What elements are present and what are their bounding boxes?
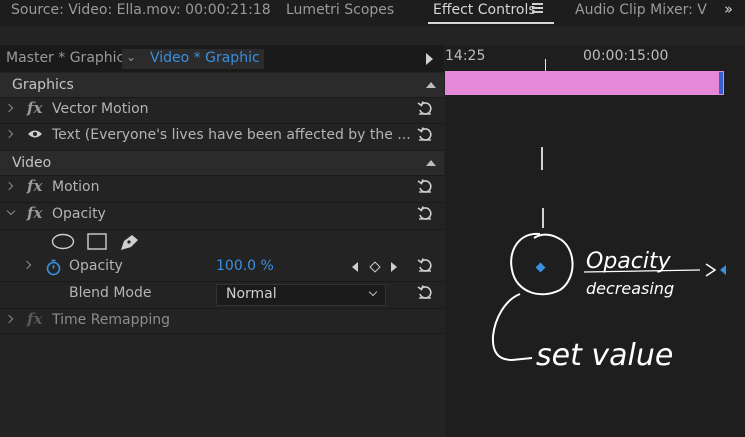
effect-controls-panel: Master * Graphic ⌄ Video * Graphic Graph…: [0, 45, 444, 437]
chevron-right-icon[interactable]: [4, 103, 14, 113]
chevron-down-icon[interactable]: [368, 287, 378, 297]
opacity-param-label: Opacity: [69, 258, 123, 274]
pen-mask-icon[interactable]: [118, 232, 140, 252]
effect-row-time-remapping[interactable]: fx Time Remapping: [0, 309, 444, 334]
reset-icon[interactable]: [417, 126, 433, 142]
ruler-time-left: 14:25: [445, 48, 486, 64]
opacity-keyframe[interactable]: [535, 262, 546, 273]
effect-row-opacity[interactable]: fx Opacity: [0, 203, 444, 230]
effect-label: Motion: [52, 179, 100, 195]
tab-source[interactable]: Source: Video: Ella.mov: 00:00:21:18: [11, 0, 271, 22]
tab-lumetri-scopes[interactable]: Lumetri Scopes: [286, 0, 394, 22]
chevron-right-icon[interactable]: [4, 129, 14, 139]
fx-icon[interactable]: fx: [27, 204, 42, 222]
clip-end-marker: [719, 72, 723, 94]
collapse-up-icon[interactable]: [426, 82, 436, 88]
blend-mode-select[interactable]: Normal: [216, 284, 386, 306]
chevron-right-icon[interactable]: [4, 314, 14, 324]
clip-bar[interactable]: [445, 71, 724, 95]
chevron-down-icon[interactable]: ⌄: [126, 48, 136, 67]
ruler-time-right: 00:00:15:00: [583, 48, 669, 64]
add-keyframe-icon[interactable]: [369, 261, 381, 273]
sequence-bar: Master * Graphic ⌄ Video * Graphic: [0, 45, 444, 72]
section-header-graphics[interactable]: Graphics: [0, 73, 444, 98]
blend-mode-row: Blend Mode Normal: [0, 282, 444, 309]
active-tab-underline: [428, 22, 554, 24]
tab-effect-controls[interactable]: Effect Controls: [433, 0, 536, 22]
more-tabs-icon[interactable]: ››: [724, 0, 733, 18]
reset-icon[interactable]: [417, 100, 433, 116]
reset-icon[interactable]: [417, 205, 433, 221]
effect-row-text[interactable]: Text (Everyone's lives have been affecte…: [0, 124, 444, 151]
effect-timeline[interactable]: 14:25 00:00:15:00: [445, 45, 745, 437]
opacity-param-row[interactable]: Opacity 100.0 %: [0, 255, 444, 282]
video-clip-label: Video * Graphic: [150, 50, 260, 66]
fx-icon[interactable]: fx: [27, 99, 42, 117]
stopwatch-icon[interactable]: [45, 259, 62, 276]
mask-tools-row: [0, 230, 444, 254]
opacity-value[interactable]: 100.0 %: [216, 258, 274, 274]
section-title: Video: [12, 155, 52, 171]
effect-label: Time Remapping: [52, 312, 171, 328]
time-ruler[interactable]: 14:25 00:00:15:00: [445, 45, 745, 72]
ellipse-mask-icon[interactable]: [51, 233, 75, 250]
effect-row-motion[interactable]: fx Motion: [0, 176, 444, 203]
next-keyframe-icon[interactable]: [391, 262, 397, 272]
panel-tab-bar: Source: Video: Ella.mov: 00:00:21:18 Lum…: [0, 0, 745, 26]
blend-mode-label: Blend Mode: [69, 285, 152, 301]
tab-audio-clip-mixer[interactable]: Audio Clip Mixer: V: [575, 0, 707, 22]
section-title: Graphics: [12, 77, 74, 93]
reset-icon[interactable]: [417, 178, 433, 194]
rectangle-mask-icon[interactable]: [87, 233, 107, 250]
effect-label: Vector Motion: [52, 101, 149, 117]
chevron-right-icon[interactable]: [4, 181, 14, 191]
blend-mode-value: Normal: [226, 286, 277, 302]
play-icon[interactable]: [426, 53, 433, 65]
eye-icon[interactable]: [27, 129, 43, 139]
reset-icon[interactable]: [417, 257, 433, 273]
effect-label: Opacity: [52, 206, 106, 222]
master-clip-tab[interactable]: Master * Graphic: [6, 49, 124, 69]
fx-icon[interactable]: fx: [27, 310, 42, 328]
collapse-up-icon[interactable]: [426, 160, 436, 166]
panel-menu-icon[interactable]: [532, 3, 543, 13]
video-clip-tab[interactable]: ⌄ Video * Graphic: [122, 49, 264, 69]
section-header-video[interactable]: Video: [0, 151, 444, 176]
chevron-right-icon[interactable]: [22, 260, 32, 270]
keyframe-edge-indicator: [720, 265, 726, 275]
chevron-down-icon[interactable]: [6, 206, 16, 216]
reset-icon[interactable]: [417, 284, 433, 300]
previous-keyframe-icon[interactable]: [352, 262, 358, 272]
effect-row-vector-motion[interactable]: fx Vector Motion: [0, 98, 444, 124]
fx-icon[interactable]: fx: [27, 177, 42, 195]
effect-label: Text (Everyone's lives have been affecte…: [52, 127, 411, 143]
